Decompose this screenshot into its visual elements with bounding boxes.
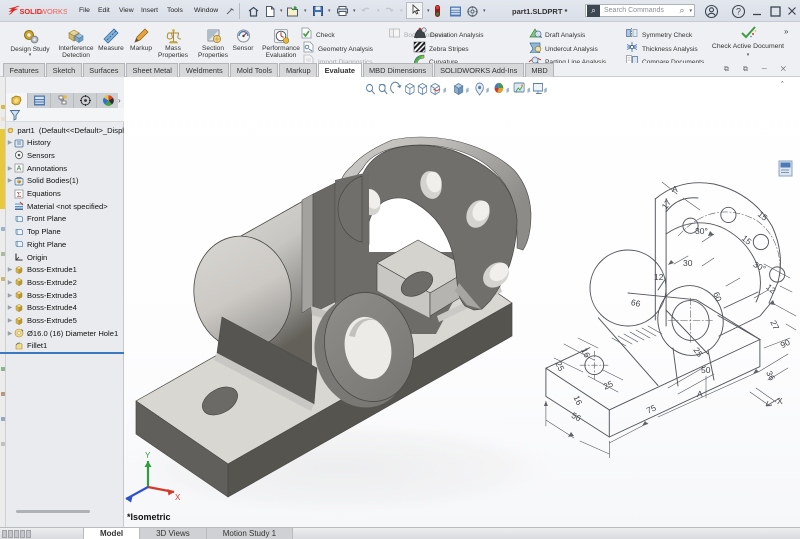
svg-text:25: 25 (691, 345, 705, 359)
svg-text:15: 15 (740, 233, 754, 247)
svg-text:A: A (697, 389, 703, 399)
svg-text:?: ? (736, 7, 741, 17)
svg-text:60: 60 (711, 290, 724, 303)
svg-text:16: 16 (571, 394, 584, 407)
svg-text:16: 16 (579, 346, 592, 359)
svg-text:17: 17 (660, 197, 674, 211)
svg-text:66: 66 (630, 297, 642, 309)
svg-text:56: 56 (570, 410, 583, 423)
svg-text:50: 50 (701, 365, 711, 375)
svg-text:Y: Y (145, 451, 151, 460)
svg-text:25: 25 (553, 360, 566, 373)
svg-text:Σ: Σ (17, 189, 21, 198)
svg-text:30: 30 (683, 258, 693, 268)
svg-text:12: 12 (764, 282, 778, 296)
svg-text:A: A (672, 184, 678, 194)
svg-text:30°: 30° (695, 226, 708, 236)
svg-text:36: 36 (764, 369, 777, 382)
svg-text:30°: 30° (752, 259, 768, 274)
svg-text:12: 12 (654, 272, 664, 282)
svg-text:90: 90 (779, 337, 792, 350)
svg-text:15: 15 (756, 209, 770, 223)
svg-text:75: 75 (645, 402, 658, 415)
svg-text:27: 27 (768, 319, 781, 332)
svg-text:X: X (777, 396, 783, 406)
svg-text:X: X (175, 493, 181, 502)
svg-text:A: A (17, 166, 22, 173)
